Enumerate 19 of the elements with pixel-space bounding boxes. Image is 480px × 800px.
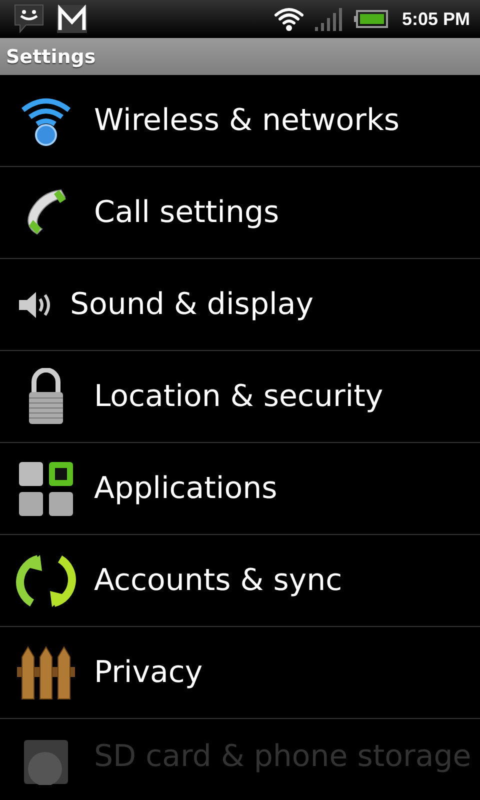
- settings-item[interactable]: Applications: [0, 443, 480, 535]
- settings-item[interactable]: Accounts & sync: [0, 535, 480, 627]
- signal-icon: [314, 6, 344, 32]
- padlock-icon: [26, 368, 66, 426]
- fence-icon: [17, 644, 75, 700]
- settings-item[interactable]: Wireless & networks: [0, 75, 480, 167]
- settings-item[interactable]: Sound & display: [0, 259, 480, 351]
- mail-icon: [56, 4, 88, 34]
- wifi-icon: [274, 6, 304, 32]
- screen-title: Settings: [6, 46, 96, 68]
- settings-item[interactable]: Call settings: [0, 167, 480, 259]
- message-smiley-icon: [12, 2, 46, 36]
- battery-icon: [354, 10, 388, 28]
- settings-item[interactable]: Location & security: [0, 351, 480, 443]
- settings-item[interactable]: Privacy: [0, 627, 480, 719]
- storage-card-icon: [23, 739, 69, 785]
- app-grid-icon: [17, 460, 75, 518]
- clock-time: 5:05 PM: [402, 8, 470, 30]
- speaker-icon: [17, 290, 51, 320]
